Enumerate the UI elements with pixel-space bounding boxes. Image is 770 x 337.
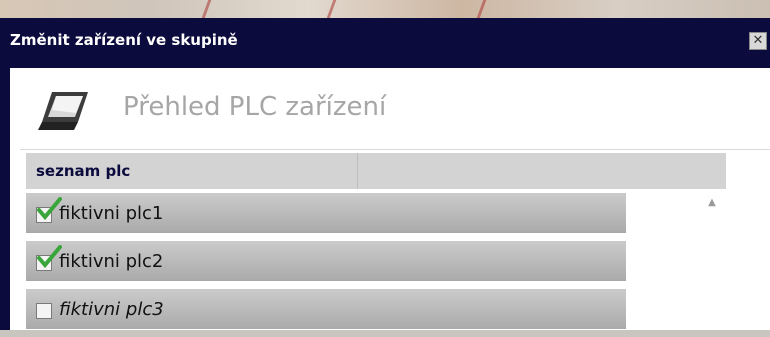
background-image bbox=[0, 0, 770, 18]
chevron-up-icon: ▲ bbox=[708, 197, 716, 208]
change-devices-dialog: Změnit zařízení ve skupině ✕ Přehled PLC… bbox=[0, 18, 770, 330]
plc-rows: fiktivni plc1 fiktivni plc2 fiktivni plc… bbox=[26, 193, 626, 337]
plc-label: fiktivni plc3 bbox=[59, 299, 164, 320]
scroll-up-button[interactable]: ▲ bbox=[698, 193, 726, 213]
plc-list-grid: seznam plc fiktivni plc1 fiktivni plc2 f… bbox=[26, 153, 726, 330]
close-icon: ✕ bbox=[752, 33, 764, 48]
plc-label: fiktivni plc1 bbox=[59, 203, 164, 224]
close-button[interactable]: ✕ bbox=[749, 32, 767, 50]
device-icon bbox=[38, 92, 88, 130]
dialog-title: Změnit zařízení ve skupině bbox=[10, 31, 238, 49]
list-item[interactable]: fiktivni plc1 bbox=[26, 193, 626, 233]
list-item[interactable]: fiktivni plc2 bbox=[26, 241, 626, 281]
dialog-content: Přehled PLC zařízení seznam plc fiktivni… bbox=[10, 68, 770, 330]
plc-label: fiktivni plc2 bbox=[59, 251, 164, 272]
scrollbar[interactable]: ▲ bbox=[698, 193, 726, 330]
dialog-titlebar: Změnit zařízení ve skupině ✕ bbox=[0, 18, 770, 68]
divider bbox=[20, 149, 770, 150]
list-item[interactable]: fiktivni plc3 bbox=[26, 289, 626, 329]
checkbox[interactable] bbox=[36, 303, 52, 319]
column-header-plc-list[interactable]: seznam plc bbox=[26, 153, 358, 189]
grid-header: seznam plc bbox=[26, 153, 726, 189]
section-header: Přehled PLC zařízení bbox=[10, 68, 770, 150]
section-title: Přehled PLC zařízení bbox=[123, 92, 387, 122]
